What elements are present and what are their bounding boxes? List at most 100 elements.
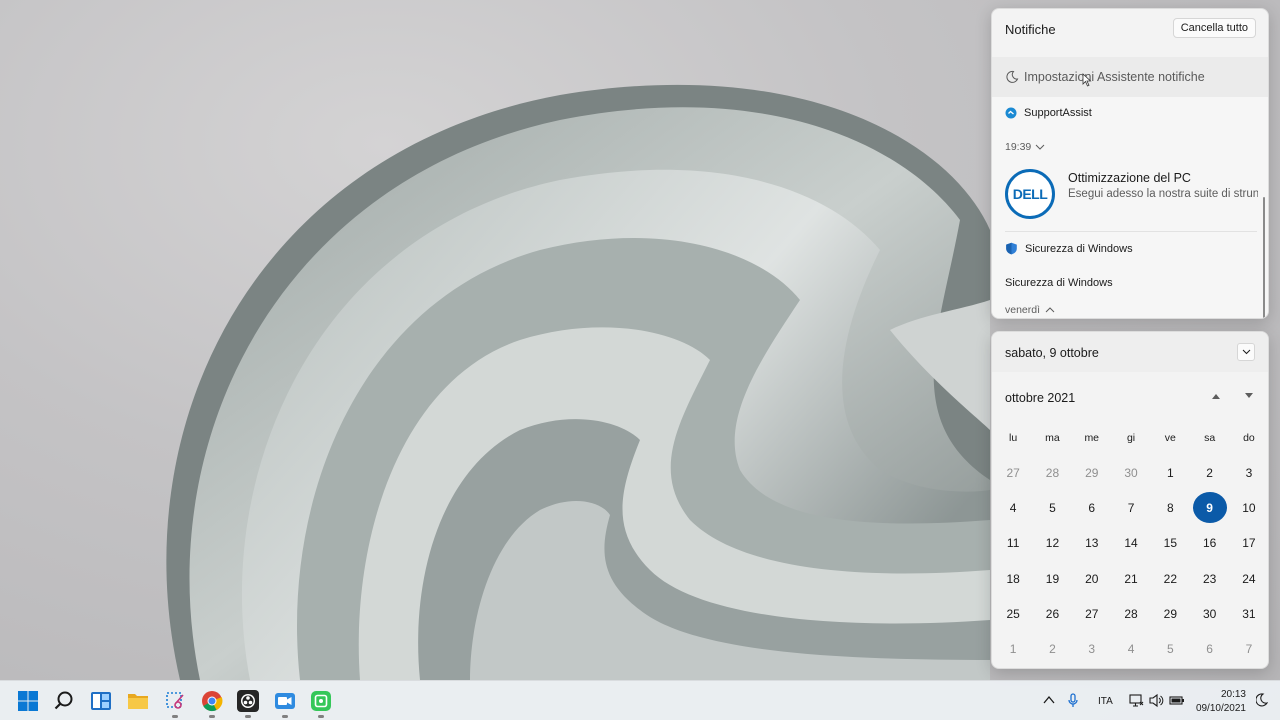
calendar-day[interactable]: 14 (1111, 526, 1150, 561)
calendar-day[interactable]: 15 (1151, 526, 1190, 561)
notification-day-toggle[interactable]: venerdì (1005, 304, 1055, 316)
weekday-label: ma (1045, 431, 1060, 444)
battery-icon[interactable] (1169, 693, 1185, 708)
calendar-day[interactable]: 28 (1033, 455, 1072, 490)
notification-group-header-security: Sicurezza di Windows (1005, 242, 1133, 255)
calendar-day[interactable]: 13 (1072, 526, 1111, 561)
input-language-indicator[interactable]: ITA (1098, 681, 1113, 720)
calendar-day[interactable]: 7 (1229, 631, 1268, 666)
calendar-day[interactable]: 24 (1229, 561, 1268, 596)
calendar-day[interactable]: 5 (1033, 490, 1072, 525)
clear-all-button[interactable]: Cancella tutto (1172, 18, 1256, 38)
dell-logo-icon: DELL (1005, 169, 1055, 219)
next-month-button[interactable] (1244, 392, 1254, 400)
weekday-label: ve (1164, 431, 1176, 444)
calendar-day[interactable]: 6 (1190, 631, 1229, 666)
search-icon[interactable] (52, 689, 76, 713)
calendar-day[interactable]: 30 (1190, 596, 1229, 631)
snipping-tool-icon[interactable] (163, 689, 187, 713)
scrollbar[interactable] (1263, 197, 1265, 318)
calendar-day[interactable]: 29 (1151, 596, 1190, 631)
calendar-day-today[interactable]: 9 (1190, 490, 1229, 525)
current-date-label: sabato, 9 ottobre (1005, 346, 1099, 360)
calendar-day[interactable]: 29 (1072, 455, 1111, 490)
calendar-day[interactable]: 12 (1033, 526, 1072, 561)
microphone-icon[interactable] (1067, 693, 1079, 709)
calendar-day[interactable]: 23 (1190, 561, 1229, 596)
calendar-day[interactable]: 25 (994, 596, 1033, 631)
mouse-cursor-icon (1082, 73, 1092, 87)
language-label: ITA (1098, 695, 1113, 707)
calendar-week-row: 25 26 27 28 29 30 31 (992, 596, 1268, 631)
calendar-day[interactable]: 11 (994, 526, 1033, 561)
weekday-label: do (1243, 431, 1255, 444)
weekday-label: lu (1009, 431, 1018, 444)
obs-icon[interactable] (236, 689, 260, 713)
calendar-week-row: 27 28 29 30 1 2 3 (992, 455, 1268, 490)
notification-title-text[interactable]: Sicurezza di Windows (1005, 277, 1113, 289)
calendar-day[interactable]: 6 (1072, 490, 1111, 525)
calendar-day[interactable]: 22 (1151, 561, 1190, 596)
calendar-week-row: 11 12 13 14 15 16 17 (992, 526, 1268, 561)
notification-body-text[interactable]: Esegui adesso la nostra suite di strun (1068, 188, 1258, 200)
calendar-day[interactable]: 26 (1033, 596, 1072, 631)
video-recorder-icon[interactable] (273, 689, 297, 713)
calendar-day[interactable]: 3 (1229, 455, 1268, 490)
focus-assist-label: Impostazioni Assistente notifiche (1024, 70, 1205, 84)
calendar-day[interactable]: 18 (994, 561, 1033, 596)
calendar-day[interactable]: 3 (1072, 631, 1111, 666)
calendar-day[interactable]: 30 (1111, 455, 1150, 490)
calendar-day[interactable]: 7 (1111, 490, 1150, 525)
chevron-up-icon[interactable] (1043, 695, 1055, 705)
calendar-day[interactable]: 27 (1072, 596, 1111, 631)
calendar-day[interactable]: 28 (1111, 596, 1150, 631)
weekday-label: sa (1204, 431, 1216, 444)
screen-capture-icon[interactable] (309, 689, 333, 713)
calendar-day[interactable]: 17 (1229, 526, 1268, 561)
calendar-day[interactable]: 21 (1111, 561, 1150, 596)
running-indicator (172, 715, 178, 718)
do-not-disturb-moon-icon[interactable] (1256, 693, 1268, 707)
network-icon[interactable] (1129, 693, 1144, 708)
moon-icon (1006, 70, 1019, 83)
chrome-icon[interactable] (200, 689, 224, 713)
calendar-day[interactable]: 4 (994, 490, 1033, 525)
widgets-icon[interactable] (89, 689, 113, 713)
calendar-day[interactable]: 2 (1190, 455, 1229, 490)
calendar-day[interactable]: 1 (994, 631, 1033, 666)
file-explorer-icon[interactable] (126, 689, 150, 713)
calendar-day[interactable]: 10 (1229, 490, 1268, 525)
calendar-day[interactable]: 1 (1151, 455, 1190, 490)
calendar-day[interactable]: 16 (1190, 526, 1229, 561)
calendar-day[interactable]: 2 (1033, 631, 1072, 666)
calendar-day[interactable]: 5 (1151, 631, 1190, 666)
notification-time-toggle[interactable]: 19:39 (1005, 141, 1045, 153)
notification-title-text[interactable]: Ottimizzazione del PC (1068, 171, 1191, 185)
calendar-day[interactable]: 4 (1111, 631, 1150, 666)
notification-day: venerdì (1005, 304, 1041, 316)
calendar-day[interactable]: 27 (994, 455, 1033, 490)
clock-time: 20:13 (1220, 689, 1246, 700)
calendar-day[interactable]: 19 (1033, 561, 1072, 596)
calendar-flyout: sabato, 9 ottobre ottobre 2021 lu ma me … (991, 331, 1269, 669)
collapse-calendar-button[interactable] (1237, 343, 1255, 361)
notification-time: 19:39 (1005, 141, 1032, 153)
divider (1005, 231, 1257, 232)
start-icon[interactable] (16, 689, 40, 713)
calendar-grid: lu ma me gi ve sa do 27 28 29 30 1 2 3 4… (992, 420, 1268, 667)
calendar-month-label[interactable]: ottobre 2021 (1005, 391, 1075, 405)
calendar-day[interactable]: 8 (1151, 490, 1190, 525)
calendar-day[interactable]: 20 (1072, 561, 1111, 596)
calendar-day[interactable]: 31 (1229, 596, 1268, 631)
today-highlight: 9 (1192, 492, 1227, 524)
notification-header: Notifiche Cancella tutto (992, 9, 1268, 51)
weekday-header-row: lu ma me gi ve sa do (992, 420, 1268, 455)
taskbar-clock[interactable]: 20:13 09/10/2021 (1196, 688, 1246, 716)
previous-month-button[interactable] (1211, 392, 1221, 400)
running-indicator (245, 715, 251, 718)
calendar-week-row: 4 5 6 7 8 9 10 (992, 490, 1268, 525)
focus-assist-settings-link[interactable]: Impostazioni Assistente notifiche (992, 57, 1268, 97)
weekday-label: gi (1126, 431, 1136, 444)
volume-icon[interactable] (1149, 693, 1164, 708)
weekday-label: me (1084, 431, 1100, 444)
